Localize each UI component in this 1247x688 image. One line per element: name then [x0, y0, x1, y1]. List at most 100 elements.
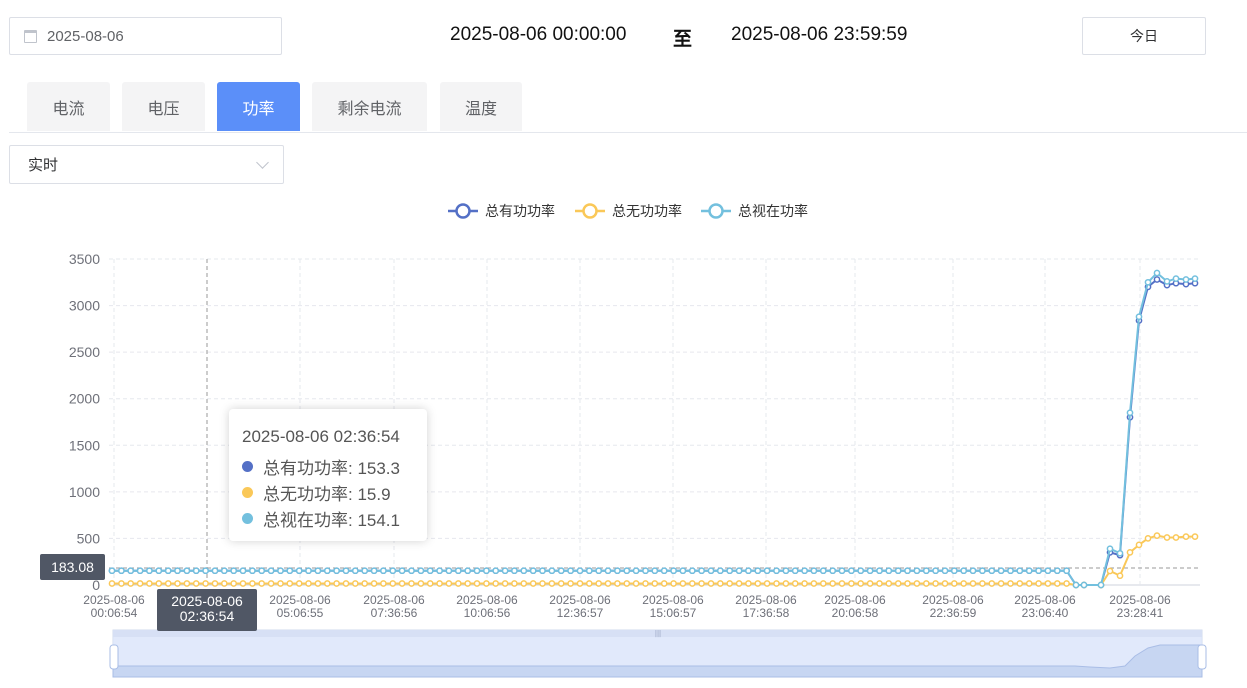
data-point [1025, 567, 1033, 575]
data-point [904, 567, 911, 575]
y-tick-label: 500 [77, 530, 101, 546]
x-tick-label: 23:06:40 [1022, 606, 1069, 620]
range-separator: 至 [673, 29, 693, 50]
tab-voltage[interactable]: 电压 [122, 82, 205, 131]
data-point [220, 567, 228, 575]
data-point [351, 580, 359, 587]
data-point [155, 580, 163, 587]
data-point [239, 580, 247, 587]
series-dot-icon [242, 487, 253, 498]
data-point [950, 580, 958, 587]
crosshair-x-label: 2025-08-06 02:36:54 [157, 589, 257, 631]
data-point [801, 567, 808, 575]
data-point [707, 567, 715, 575]
x-tick-label: 2025-08-06 [922, 593, 984, 607]
crosshair-x-time: 02:36:54 [179, 608, 235, 624]
tab-residual-current[interactable]: 剩余电流 [312, 82, 427, 131]
data-point [351, 567, 359, 575]
data-point [894, 567, 902, 575]
data-point [118, 580, 125, 587]
data-point [1007, 580, 1014, 587]
data-point [1126, 549, 1134, 556]
data-point [1007, 567, 1014, 575]
data-point [1116, 572, 1124, 580]
data-point [838, 580, 846, 587]
data-point [1182, 276, 1190, 283]
tooltip-row-label: 总视在功率: 154.1 [263, 511, 400, 530]
data-point [548, 567, 556, 575]
data-point [389, 567, 397, 575]
data-point [445, 567, 453, 575]
data-point [305, 580, 312, 587]
data-point [1116, 549, 1124, 557]
data-point [1163, 534, 1171, 541]
data-point [464, 580, 472, 587]
data-point [258, 567, 266, 575]
data-point [1135, 313, 1143, 321]
data-point [735, 567, 743, 575]
data-point [408, 580, 415, 587]
tab-temperature[interactable]: 温度 [440, 82, 522, 131]
data-point [202, 580, 209, 587]
data-point [127, 567, 135, 575]
data-point [511, 580, 518, 587]
data-point [932, 580, 939, 587]
tooltip-row: 总有功功率: 153.3 [242, 454, 400, 479]
data-point [108, 580, 116, 587]
data-point [1106, 545, 1114, 553]
data-point [370, 567, 378, 575]
data-point [810, 567, 818, 575]
data-point [417, 567, 425, 575]
data-point [520, 580, 528, 587]
data-point [632, 580, 640, 587]
data-point [754, 567, 762, 575]
data-point [988, 580, 996, 587]
data-point [604, 567, 612, 575]
x-tick-label: 20:06:58 [832, 606, 879, 620]
data-point [277, 567, 284, 575]
data-point [567, 567, 574, 575]
data-point [604, 580, 612, 587]
data-point [361, 580, 369, 587]
tooltip-row: 总无功功率: 15.9 [242, 480, 391, 505]
data-point [782, 580, 790, 587]
data-point [670, 567, 677, 575]
data-point [754, 580, 762, 587]
data-zoom-slider[interactable]: ||| [109, 629, 1207, 678]
data-point [1172, 534, 1180, 541]
data-point [183, 580, 191, 587]
data-point [829, 580, 837, 587]
data-point [838, 567, 846, 575]
x-tick-label: 2025-08-06 [83, 593, 145, 607]
data-point [726, 567, 734, 575]
chevron-down-icon [256, 156, 269, 169]
data-point [426, 567, 434, 575]
tab-power[interactable]: 功率 [217, 82, 300, 131]
data-point [1135, 541, 1143, 549]
zoom-handle-left [109, 644, 119, 670]
series-dot-icon [242, 513, 253, 524]
tooltip-title: 2025-08-06 02:36:54 [242, 427, 400, 446]
data-point [819, 567, 827, 575]
x-tick-label: 2025-08-06 [363, 593, 425, 607]
data-point [164, 567, 172, 575]
data-point [735, 580, 743, 587]
date-picker[interactable]: 2025-08-06 [9, 17, 282, 55]
data-point [239, 567, 247, 575]
mode-select[interactable]: 实时 [9, 145, 284, 184]
x-tick-label: 2025-08-06 [735, 593, 797, 607]
data-point [979, 567, 986, 575]
data-point [1080, 581, 1088, 589]
data-point [483, 567, 490, 575]
tab-current[interactable]: 电流 [27, 82, 110, 131]
calendar-icon [24, 29, 37, 43]
data-point [118, 567, 125, 575]
data-point [408, 567, 415, 575]
data-point [866, 567, 874, 575]
today-button[interactable]: 今日 [1082, 17, 1206, 55]
data-point [623, 567, 631, 575]
data-point [829, 567, 837, 575]
data-point [913, 580, 921, 587]
chart-legend: 总有功功率 总无功功率 总视在功率 [448, 203, 808, 219]
data-point [1063, 567, 1070, 575]
